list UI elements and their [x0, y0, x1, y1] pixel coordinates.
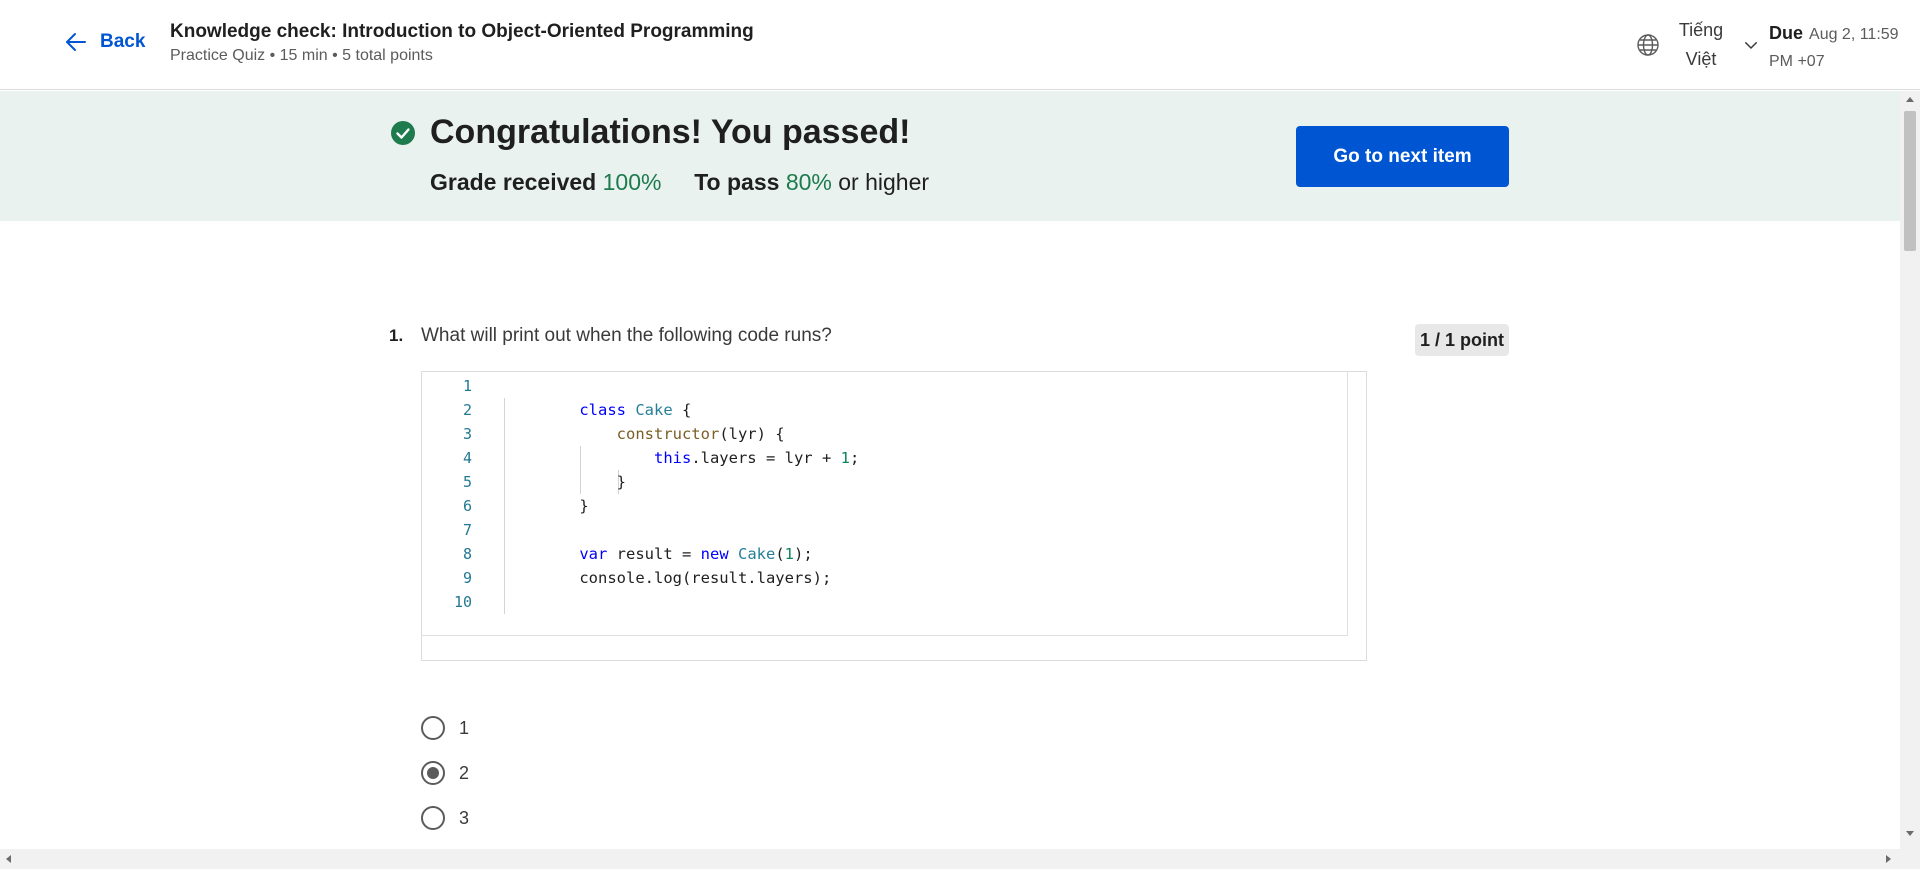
quiz-meta: Practice Quiz • 15 min • 5 total points: [170, 47, 433, 64]
option-label: 2: [459, 762, 470, 783]
code-editor[interactable]: 1 2 3 4 5 6 7 8 9 10 class Cake { constr…: [421, 371, 1367, 661]
back-button[interactable]: Back: [64, 30, 145, 54]
code-line: console.log(result.layers);: [542, 569, 832, 587]
code-editor-viewport: 1 2 3 4 5 6 7 8 9 10 class Cake { constr…: [422, 372, 1348, 636]
check-circle-icon: [391, 121, 415, 145]
code-line: class Cake {: [579, 401, 692, 419]
answer-option-3[interactable]: 3: [421, 806, 469, 830]
indent-guide: [504, 398, 505, 614]
line-number: 7: [462, 521, 472, 539]
grade-value: 100%: [602, 169, 662, 195]
line-number: 2: [462, 401, 472, 419]
language-label: Tiếng Việt: [1670, 16, 1732, 74]
code-line: constructor(lyr) {: [616, 425, 785, 443]
option-label: 3: [459, 807, 470, 828]
option-label: 1: [459, 717, 470, 738]
line-number: 1: [462, 377, 472, 395]
line-number: 6: [462, 497, 472, 515]
code-line: }: [542, 497, 589, 515]
vertical-scrollbar[interactable]: [1900, 91, 1920, 849]
line-numbers: 1 2 3 4 5 6 7 8 9 10: [422, 374, 472, 614]
language-selector[interactable]: Tiếng Việt: [1636, 16, 1760, 74]
back-label: Back: [100, 31, 146, 52]
code-line: }: [542, 473, 626, 491]
pass-value: 80%: [785, 169, 832, 195]
question-number: 1.: [389, 326, 404, 345]
radio-button[interactable]: [421, 716, 445, 740]
answer-option-2[interactable]: 2: [421, 761, 469, 785]
scroll-right-arrow-icon[interactable]: [1886, 855, 1891, 863]
code-line: var result = new Cake(1);: [579, 545, 813, 563]
line-number: 9: [462, 569, 472, 587]
scrollbar-thumb[interactable]: [1904, 111, 1916, 251]
quiz-title: Knowledge check: Introduction to Object-…: [170, 21, 754, 42]
due-date: Due Aug 2, 11:59 PM +07: [1769, 20, 1909, 75]
line-number: 10: [453, 593, 472, 611]
radio-button[interactable]: [421, 806, 445, 830]
line-number: 4: [462, 449, 472, 467]
pass-suffix: or higher: [838, 169, 930, 195]
scroll-down-arrow-icon[interactable]: [1906, 831, 1914, 836]
radio-button-selected[interactable]: [421, 761, 445, 785]
globe-icon: [1637, 34, 1659, 56]
scrollbar-corner: [1900, 849, 1920, 869]
arrow-left-icon: [66, 33, 86, 51]
points-badge: 1 / 1 point: [1415, 324, 1509, 356]
line-number: 3: [462, 425, 472, 443]
code-line: this.layers = lyr + 1;: [653, 449, 860, 467]
pass-label: To pass: [694, 169, 780, 195]
grade-summary: Grade received 100% To pass 80% or highe…: [430, 169, 929, 196]
language-line-1: Tiếng: [1678, 20, 1724, 40]
scroll-left-arrow-icon[interactable]: [6, 855, 11, 863]
line-number: 8: [462, 545, 472, 563]
go-to-next-item-button[interactable]: Go to next item: [1296, 126, 1509, 187]
scroll-up-arrow-icon[interactable]: [1906, 97, 1914, 102]
due-label: Due: [1769, 23, 1804, 43]
line-number: 5: [462, 473, 472, 491]
code-lines: class Cake { constructor(lyr) { this.lay…: [542, 374, 859, 614]
language-line-2: Việt: [1685, 49, 1717, 69]
grade-label: Grade received: [430, 169, 597, 195]
pass-heading: Congratulations! You passed!: [430, 113, 911, 151]
top-header: Back Knowledge check: Introduction to Ob…: [0, 0, 1920, 90]
chevron-down-icon: [1745, 42, 1757, 50]
horizontal-scrollbar[interactable]: [0, 849, 1900, 869]
question-text: What will print out when the following c…: [421, 325, 832, 346]
result-banner: Congratulations! You passed! Grade recei…: [0, 91, 1900, 221]
answer-option-1[interactable]: 1: [421, 716, 469, 740]
